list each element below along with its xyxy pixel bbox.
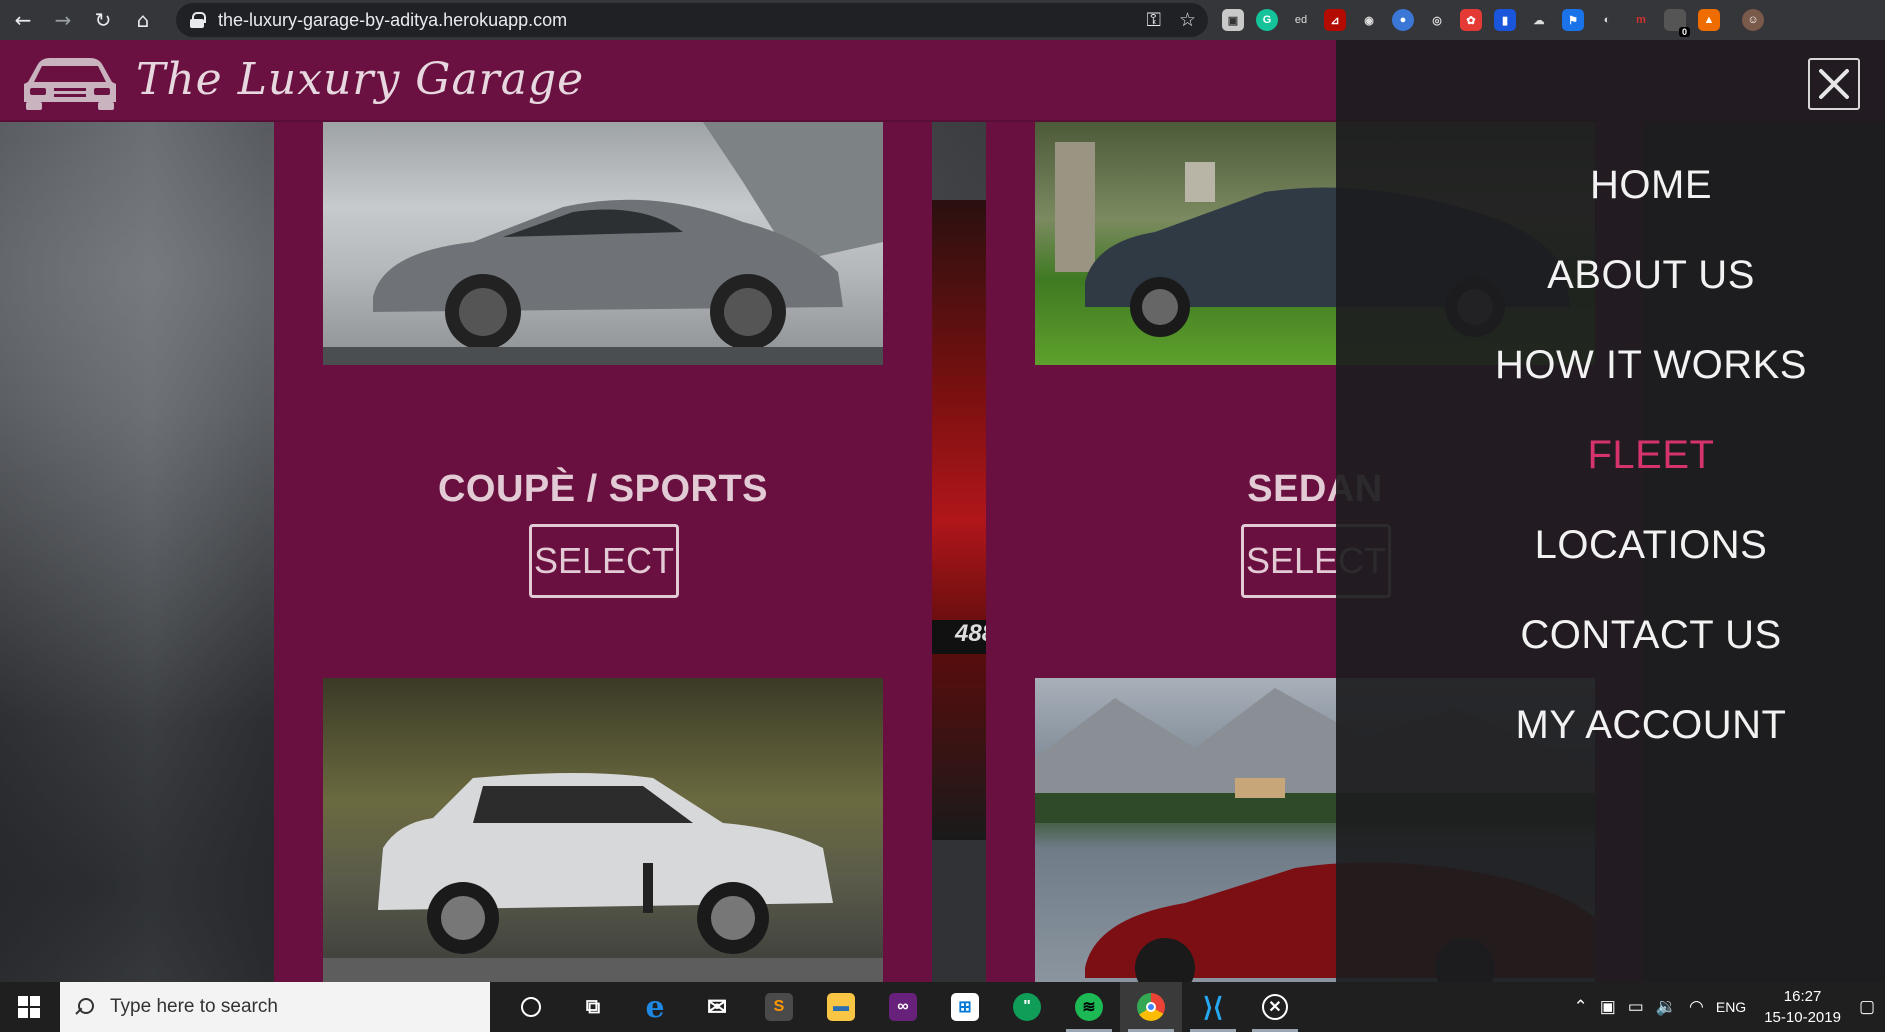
extension-pdf-icon[interactable]: ⊿ bbox=[1324, 9, 1346, 31]
extension-bookmark-icon[interactable]: ⚑ bbox=[1562, 9, 1584, 31]
key-icon[interactable]: ⚿ bbox=[1146, 9, 1160, 31]
fleet-card-suv bbox=[274, 598, 932, 982]
xbox-icon[interactable]: ✕ bbox=[1244, 982, 1306, 1032]
wifi-icon[interactable]: ◠ bbox=[1689, 997, 1704, 1017]
bookmark-star-icon[interactable]: ☆ bbox=[1179, 9, 1196, 31]
windows-taskbar: Type here to search ⧉ e ✉ S ▬ ∞ ⊞ " ≋ ⟩⟨… bbox=[0, 982, 1885, 1032]
extension-fox-icon[interactable]: ▲ bbox=[1698, 9, 1720, 31]
tray-chevron-up-icon[interactable]: ⌃ bbox=[1573, 997, 1587, 1017]
extension-badge-icon[interactable]: 0 bbox=[1664, 9, 1690, 37]
close-menu-button[interactable] bbox=[1808, 58, 1860, 110]
clock-date: 15-10-2019 bbox=[1764, 1009, 1841, 1026]
notifications-icon[interactable]: ▢ bbox=[1859, 997, 1875, 1017]
taskbar-app-icons: ⧉ e ✉ S ▬ ∞ ⊞ " ≋ ⟩⟨ ✕ bbox=[500, 982, 1306, 1032]
extension-bulb-icon[interactable]: ◉ bbox=[1358, 9, 1380, 31]
extension-cloud-icon[interactable]: ☁ bbox=[1528, 9, 1550, 31]
taskbar-search-placeholder: Type here to search bbox=[110, 996, 278, 1017]
task-view-icon[interactable]: ⧉ bbox=[562, 982, 624, 1032]
profile-avatar[interactable]: ☺ bbox=[1742, 9, 1764, 31]
nav-item-contact-us[interactable]: CONTACT US bbox=[1336, 590, 1885, 680]
nav-item-about-us[interactable]: ABOUT US bbox=[1336, 230, 1885, 320]
windows-logo-icon bbox=[18, 996, 40, 1018]
taskbar-search-box[interactable]: Type here to search bbox=[60, 982, 490, 1032]
sublime-text-icon[interactable]: S bbox=[748, 982, 810, 1032]
fleet-card-coupe: COUPÈ / SPORTS SELECT bbox=[274, 100, 932, 618]
suv-car-image bbox=[323, 678, 883, 982]
extensions-bar: ▣ G ed ⊿ ◉ ● ◎ ✿ ▮ ☁ ⚑ ◐ m 0 ▲ ☺ bbox=[1222, 5, 1764, 37]
extension-ed-icon[interactable]: ed bbox=[1290, 9, 1312, 31]
porsche-illustration bbox=[323, 122, 883, 365]
volume-icon[interactable]: 🔉 bbox=[1656, 997, 1677, 1017]
home-icon[interactable]: ⌂ bbox=[126, 3, 160, 37]
coupe-select-button[interactable]: SELECT bbox=[529, 524, 679, 598]
battery-icon[interactable]: ▭ bbox=[1628, 997, 1644, 1017]
vscode-icon[interactable]: ⟩⟨ bbox=[1182, 982, 1244, 1032]
back-icon[interactable]: ← bbox=[6, 3, 40, 37]
hangouts-icon[interactable]: " bbox=[996, 982, 1058, 1032]
file-explorer-icon[interactable]: ▬ bbox=[810, 982, 872, 1032]
spotify-icon[interactable]: ≋ bbox=[1058, 982, 1120, 1032]
extension-blue-square-icon[interactable]: ▮ bbox=[1494, 9, 1516, 31]
extension-grammarly-icon[interactable]: G bbox=[1256, 9, 1278, 31]
mail-icon[interactable]: ✉ bbox=[686, 982, 748, 1032]
edge-icon[interactable]: e bbox=[624, 982, 686, 1032]
coupe-card-title: COUPÈ / SPORTS bbox=[437, 468, 769, 510]
coupe-car-image bbox=[323, 122, 883, 365]
range-rover-illustration bbox=[323, 773, 883, 982]
extension-blue-circle-icon[interactable]: ● bbox=[1392, 9, 1414, 31]
site-brand-title[interactable]: The Luxury Garage bbox=[136, 54, 584, 105]
close-icon bbox=[1819, 69, 1849, 99]
extension-badge-count: 0 bbox=[1678, 27, 1690, 37]
nav-item-home[interactable]: HOME bbox=[1336, 140, 1885, 230]
address-url[interactable]: the-luxury-garage-by-aditya.herokuapp.co… bbox=[218, 10, 567, 31]
reload-icon[interactable]: ↻ bbox=[86, 3, 120, 37]
nav-item-how-it-works[interactable]: HOW IT WORKS bbox=[1336, 320, 1885, 410]
cortana-icon[interactable] bbox=[500, 982, 562, 1032]
language-indicator[interactable]: ENG bbox=[1716, 999, 1746, 1015]
address-bar[interactable]: the-luxury-garage-by-aditya.herokuapp.co… bbox=[176, 3, 1208, 37]
clock-time: 16:27 bbox=[1783, 988, 1822, 1005]
search-icon bbox=[76, 998, 94, 1016]
page-viewport: 488 COUPÈ / SPORTS SELECT SEDAN SELECT T… bbox=[0, 40, 1885, 982]
extension-cube-icon[interactable]: ▣ bbox=[1222, 9, 1244, 31]
extension-chat-icon[interactable]: ◐ bbox=[1596, 9, 1618, 31]
nav-item-my-account[interactable]: MY ACCOUNT bbox=[1336, 680, 1885, 770]
start-button[interactable] bbox=[0, 982, 58, 1032]
side-nav-list: HOME ABOUT US HOW IT WORKS FLEET LOCATIO… bbox=[1336, 140, 1885, 770]
store-icon[interactable]: ⊞ bbox=[934, 982, 996, 1032]
system-tray: ⌃ ▣ ▭ 🔉 ◠ ENG 16:27 15-10-2019 ▢ bbox=[1567, 982, 1885, 1032]
extension-red-icon[interactable]: ✿ bbox=[1460, 9, 1482, 31]
lock-icon bbox=[190, 12, 206, 28]
forward-icon[interactable]: → bbox=[46, 3, 80, 37]
nav-item-fleet[interactable]: FLEET bbox=[1336, 410, 1885, 500]
car-logo-icon[interactable] bbox=[20, 52, 120, 112]
extension-m-icon[interactable]: m bbox=[1630, 9, 1652, 31]
nav-item-locations[interactable]: LOCATIONS bbox=[1336, 500, 1885, 590]
visual-studio-icon[interactable]: ∞ bbox=[872, 982, 934, 1032]
extension-target-icon[interactable]: ◎ bbox=[1426, 9, 1448, 31]
tray-action-icon[interactable]: ▣ bbox=[1600, 997, 1616, 1017]
clock[interactable]: 16:27 15-10-2019 bbox=[1764, 986, 1841, 1028]
browser-toolbar: ← → ↻ ⌂ the-luxury-garage-by-aditya.hero… bbox=[0, 0, 1885, 40]
chrome-icon[interactable] bbox=[1120, 982, 1182, 1032]
